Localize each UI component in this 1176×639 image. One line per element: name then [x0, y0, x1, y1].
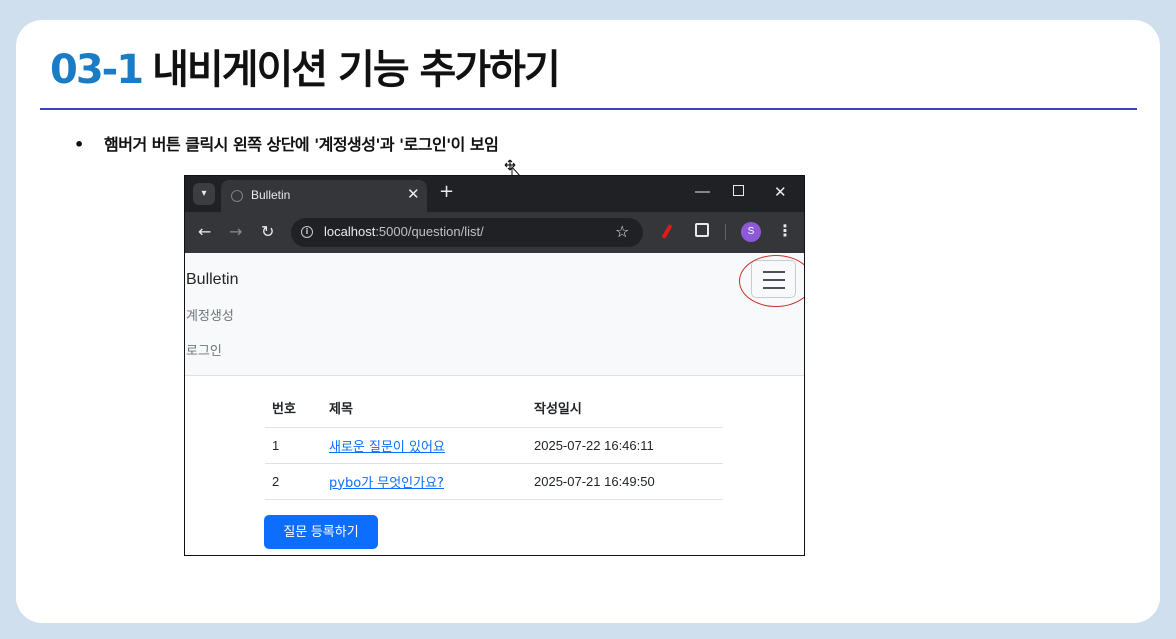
table-header-row: 번호 제목 작성일시 — [265, 389, 723, 428]
bullet-point: • 햄버거 버튼 클릭시 왼쪽 상단에 '계정생성'과 '로그인'이 보임 — [74, 131, 499, 155]
back-arrow-icon[interactable]: ← — [198, 222, 211, 241]
nav-link-login[interactable]: 로그인 — [186, 340, 222, 359]
window-minimize-icon[interactable]: — — [695, 183, 710, 200]
row-date: 2025-07-22 16:46:11 — [527, 427, 723, 464]
site-info-icon[interactable]: i — [301, 226, 313, 238]
tab-bulletin[interactable]: Bulletin ✕ — [221, 180, 427, 212]
forward-arrow-icon[interactable]: → — [229, 222, 242, 241]
slide-title-text: 내비게이션 기능 추가하기 — [152, 47, 561, 93]
profile-avatar[interactable]: S — [741, 222, 761, 242]
highlight-circle — [739, 255, 804, 307]
tab-title: Bulletin — [251, 188, 291, 202]
pen-extension-icon[interactable] — [661, 224, 673, 239]
tab-strip: ▾ Bulletin ✕ + — ✕ — [185, 176, 804, 212]
bullet-dot-icon: • — [74, 135, 84, 154]
row-date: 2025-07-21 16:49:50 — [527, 463, 723, 500]
browser-toolbar: ← → ↻ i localhost:5000/question/list/ ☆ … — [185, 212, 804, 253]
row-number: 1 — [265, 427, 322, 464]
bullet-text: 햄버거 버튼 클릭시 왼쪽 상단에 '계정생성'과 '로그인'이 보임 — [104, 135, 499, 154]
address-url[interactable]: localhost:5000/question/list/ — [324, 224, 484, 239]
extensions-puzzle-icon[interactable] — [695, 223, 709, 237]
reload-icon[interactable]: ↻ — [261, 222, 274, 241]
toolbar-separator — [725, 224, 726, 240]
table-row: 1 새로운 질문이 있어요 2025-07-22 16:46:11 — [265, 427, 723, 464]
new-tab-plus-icon[interactable]: + — [439, 181, 454, 202]
question-link[interactable]: 새로운 질문이 있어요 — [329, 440, 445, 455]
title-divider — [40, 108, 1137, 110]
slide-title: 03-1 내비게이션 기능 추가하기 — [50, 42, 561, 98]
address-bar[interactable]: i localhost:5000/question/list/ ☆ — [291, 218, 643, 247]
question-table: 번호 제목 작성일시 1 새로운 질문이 있어요 2025-07-22 16:4… — [265, 389, 723, 500]
window-maximize-icon[interactable] — [733, 185, 744, 196]
tab-close-icon[interactable]: ✕ — [407, 185, 420, 203]
menu-kebab-icon[interactable]: ⋮ — [777, 221, 793, 240]
url-path: :5000/question/list/ — [375, 224, 484, 239]
url-host: localhost — [324, 224, 376, 239]
ask-question-button[interactable]: 질문 등록하기 — [264, 515, 378, 549]
globe-icon — [231, 190, 243, 202]
bookmark-star-icon[interactable]: ☆ — [615, 222, 629, 241]
header-date: 작성일시 — [527, 389, 723, 428]
tab-search-chevron-icon[interactable]: ▾ — [193, 183, 215, 205]
table-row: 2 pybo가 무엇인가요? 2025-07-21 16:49:50 — [265, 463, 723, 500]
browser-window: ▾ Bulletin ✕ + — ✕ ← → ↻ i localhost:500… — [184, 175, 805, 556]
site-navbar: Bulletin 계정생성 로그인 — [185, 253, 804, 376]
slide-number: 03-1 — [50, 47, 144, 93]
window-close-icon[interactable]: ✕ — [774, 183, 787, 201]
question-link[interactable]: pybo가 무엇인가요? — [329, 476, 444, 491]
header-subject: 제목 — [322, 389, 527, 428]
row-number: 2 — [265, 463, 322, 500]
nav-link-signup[interactable]: 계정생성 — [186, 305, 234, 324]
navbar-brand[interactable]: Bulletin — [186, 271, 238, 289]
header-number: 번호 — [265, 389, 322, 428]
